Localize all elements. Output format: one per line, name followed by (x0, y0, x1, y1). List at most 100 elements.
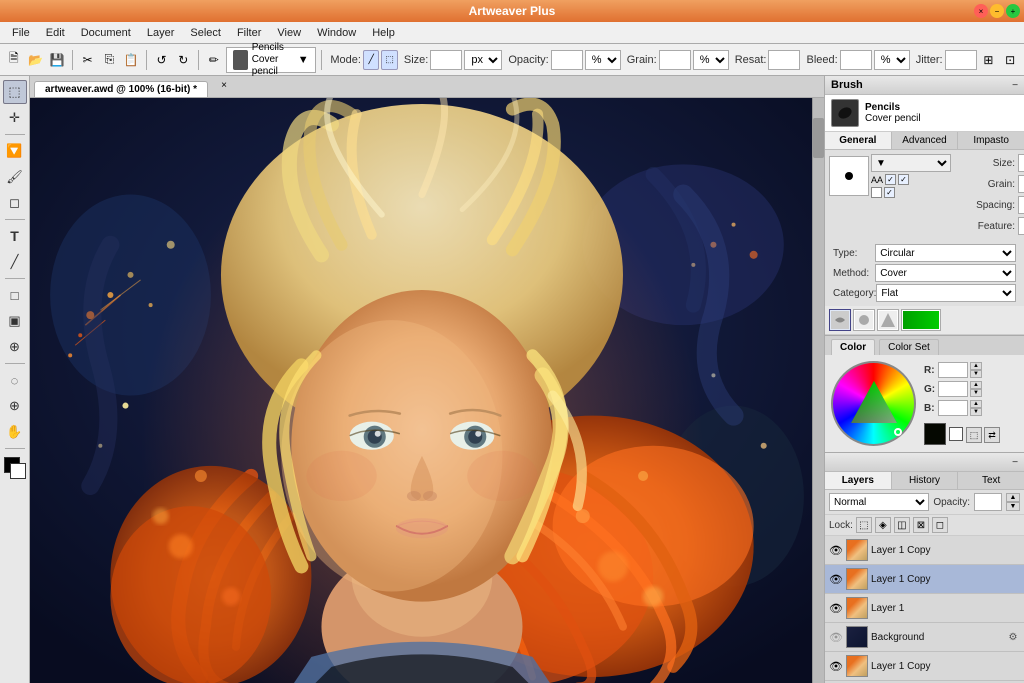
reset-colors-btn[interactable]: ⬚ (966, 427, 982, 443)
menu-document[interactable]: Document (73, 25, 139, 41)
color-cursor[interactable] (894, 428, 902, 436)
tool-move[interactable]: ✛ (3, 106, 27, 130)
menu-file[interactable]: File (4, 25, 38, 41)
aa-checkbox-2[interactable]: ✓ (898, 174, 909, 185)
category-select[interactable]: Flat (876, 284, 1016, 302)
tab-layers[interactable]: Layers (825, 472, 892, 489)
brush-feature-input[interactable]: 1 (1018, 217, 1024, 235)
bg-swatch[interactable] (949, 427, 963, 441)
layer-item-4[interactable]: 👁 Layer 1 Copy (825, 652, 1024, 681)
jitter-input[interactable]: 0 (945, 50, 977, 70)
resat-input[interactable]: 50 (768, 50, 800, 70)
layer-item-2[interactable]: 👁 Layer 1 (825, 594, 1024, 623)
tool-eyedropper[interactable]: 🔽 (3, 139, 27, 163)
brush-color-swatch-green[interactable] (901, 309, 941, 331)
g-input[interactable]: 168 (938, 381, 968, 397)
pencil-tool-btn[interactable]: ✏ (204, 48, 224, 72)
tool-text[interactable]: T (3, 224, 27, 248)
menu-view[interactable]: View (269, 25, 309, 41)
mode-icon-1[interactable]: ╱ (363, 50, 379, 70)
brush-selector[interactable]: Pencils Cover pencil ▼ (226, 47, 316, 73)
close-button[interactable]: × (974, 4, 988, 18)
bleed-unit[interactable]: % (874, 50, 910, 70)
menu-layer[interactable]: Layer (139, 25, 183, 41)
lock-all-btn[interactable]: ⊠ (913, 517, 929, 533)
layer-eye-0[interactable]: 👁 (829, 543, 843, 557)
menu-select[interactable]: Select (182, 25, 229, 41)
new-button[interactable]: 🗎 (4, 48, 24, 72)
tool-shape[interactable]: □ (3, 283, 27, 307)
layer-item-1[interactable]: 👁 Layer 1 Copy (825, 565, 1024, 594)
b-down[interactable]: ▼ (970, 408, 982, 416)
maximize-button[interactable]: + (1006, 4, 1020, 18)
paste-button[interactable]: 📋 (121, 48, 141, 72)
tool-line[interactable]: ╱ (3, 250, 27, 274)
tool-lasso[interactable]: ◌ (3, 368, 27, 392)
fg-swatch[interactable] (924, 423, 946, 445)
lock-alpha-btn[interactable]: ◈ (875, 517, 891, 533)
aa-checkbox[interactable]: ✓ (885, 174, 896, 185)
canvas-scrollbar[interactable] (812, 98, 824, 683)
tool-fill[interactable]: ▣ (3, 309, 27, 333)
color-tab-color[interactable]: Color (831, 339, 875, 355)
tab-history[interactable]: History (892, 472, 959, 489)
color-swatches[interactable] (4, 457, 26, 479)
tool-selection[interactable]: ⬚ (3, 80, 27, 104)
b-up[interactable]: ▲ (970, 400, 982, 408)
brush-panel-close[interactable]: − (1012, 80, 1018, 91)
brush-tab-advanced[interactable]: Advanced (892, 132, 959, 149)
opacity-input[interactable]: 60 (551, 50, 583, 70)
g-up[interactable]: ▲ (970, 381, 982, 389)
bleed-input[interactable]: 0 (840, 50, 872, 70)
r-input[interactable]: 5 (938, 362, 968, 378)
menu-filter[interactable]: Filter (229, 25, 269, 41)
tool-zoom[interactable]: ⊕ (3, 394, 27, 418)
color-wheel-container[interactable] (831, 361, 916, 446)
tool-clone[interactable]: ⊕ (3, 335, 27, 359)
menu-edit[interactable]: Edit (38, 25, 73, 41)
close-tab-button[interactable]: × (212, 76, 236, 97)
opacity-unit[interactable]: % (585, 50, 621, 70)
opacity-down-btn[interactable]: ▼ (1006, 502, 1020, 511)
color-tab-colorset[interactable]: Color Set (879, 339, 939, 355)
layer-opacity-input[interactable]: 100 (974, 493, 1002, 511)
more-options-btn[interactable]: ⊡ (1000, 48, 1020, 72)
grain-input[interactable]: 44 (659, 50, 691, 70)
layer-eye-4[interactable]: 👁 (829, 659, 843, 673)
method-select[interactable]: Cover (875, 264, 1016, 282)
layer-eye-2[interactable]: 👁 (829, 601, 843, 615)
copy-button[interactable]: ⎘ (100, 48, 120, 72)
lock-extra-btn[interactable]: ◻ (932, 517, 948, 533)
size-unit-select[interactable]: px (464, 50, 502, 70)
lock-position-btn[interactable]: ◫ (894, 517, 910, 533)
cut-button[interactable]: ✂ (78, 48, 98, 72)
b-input[interactable]: 1 (938, 400, 968, 416)
swap-colors-btn[interactable]: ⇄ (984, 427, 1000, 443)
layers-panel-close[interactable]: − (1012, 457, 1018, 468)
size-input[interactable]: 8 (430, 50, 462, 70)
g-down[interactable]: ▼ (970, 389, 982, 397)
r-down[interactable]: ▼ (970, 370, 982, 378)
menu-window[interactable]: Window (309, 25, 364, 41)
scroll-thumb[interactable] (813, 118, 824, 158)
undo-button[interactable]: ↺ (152, 48, 172, 72)
canvas-tab[interactable]: artweaver.awd @ 100% (16-bit) * (34, 81, 208, 97)
brush-tab-impasto[interactable]: Impasto (958, 132, 1024, 149)
brush-tab-general[interactable]: General (825, 132, 892, 149)
jitter-options-btn[interactable]: ⊞ (979, 48, 999, 72)
lock-pixels-btn[interactable]: ⬚ (856, 517, 872, 533)
color-wheel[interactable] (831, 361, 916, 446)
brush-size-input[interactable]: 8 (1018, 154, 1024, 172)
background-color[interactable] (10, 463, 26, 479)
layer-item-0[interactable]: 👁 Layer 1 Copy (825, 536, 1024, 565)
mode-icon-2[interactable]: ⬚ (381, 50, 397, 70)
layer-eye-1[interactable]: 👁 (829, 572, 843, 586)
redo-button[interactable]: ↻ (173, 48, 193, 72)
brush-texture-3[interactable] (877, 309, 899, 331)
brush-texture-1[interactable] (829, 309, 851, 331)
feature-checkbox-1[interactable] (871, 187, 882, 198)
brush-grain-input[interactable]: 44 (1018, 175, 1024, 193)
layer-settings-btn-3[interactable]: ⚙ (1006, 630, 1020, 644)
tab-text[interactable]: Text (958, 472, 1024, 489)
minimize-button[interactable]: − (990, 4, 1004, 18)
